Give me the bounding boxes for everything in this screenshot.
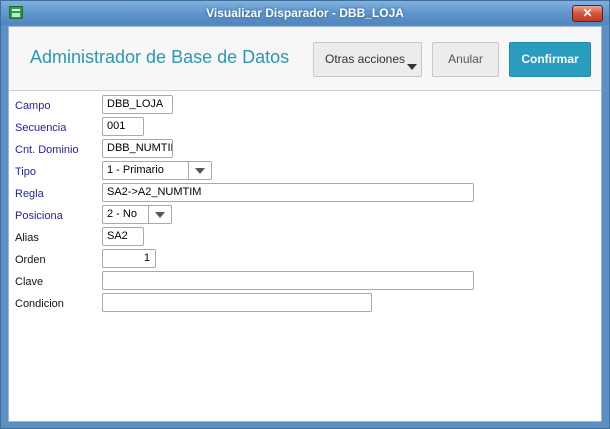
campo-label: Campo [15,100,51,112]
orden-label: Orden [15,254,46,266]
confirmar-button[interactable]: Confirmar [509,42,591,77]
condicion-field[interactable] [102,293,372,312]
anular-button[interactable]: Anular [432,42,499,77]
alias-label: Alias [15,232,39,244]
header-bar: Administrador de Base de Datos Otras acc… [9,27,601,91]
cnt-dominio-field[interactable]: DBB_NUMTIM [102,139,173,158]
secuencia-label: Secuencia [15,122,67,134]
close-button[interactable]: ✕ [572,5,603,22]
regla-field[interactable]: SA2->A2_NUMTIM [102,183,474,202]
title-bar: Visualizar Disparador - DBB_LOJA ✕ [1,1,609,25]
clave-label: Clave [15,276,44,288]
cnt-dominio-label: Cnt. Dominio [15,144,79,156]
close-icon: ✕ [582,6,593,20]
condicion-label: Condicion [15,298,64,310]
clave-field[interactable] [102,271,474,290]
otras-acciones-button[interactable]: Otras acciones [313,42,422,77]
tipo-selected-value: 1 - Primario [107,164,164,176]
posiciona-selected-value: 2 - No [107,208,137,220]
orden-field[interactable]: 1 [102,249,156,268]
campo-field[interactable]: DBB_LOJA [102,95,173,114]
dialog-content: Administrador de Base de Datos Otras acc… [8,26,602,422]
tipo-label: Tipo [15,166,36,178]
posiciona-select[interactable]: 2 - No [102,205,172,224]
alias-field[interactable]: SA2 [102,227,144,246]
page-title: Administrador de Base de Datos [30,47,290,67]
chevron-down-icon[interactable] [188,162,211,179]
secuencia-field[interactable]: 001 [102,117,144,136]
otras-acciones-label: Otras acciones [325,52,406,66]
chevron-down-icon[interactable] [148,206,171,223]
posiciona-label: Posiciona [15,210,63,222]
chevron-down-icon [407,64,417,70]
tipo-select[interactable]: 1 - Primario [102,161,212,180]
window-title: Visualizar Disparador - DBB_LOJA [206,6,404,20]
regla-label: Regla [15,188,44,200]
dialog-window: Visualizar Disparador - DBB_LOJA ✕ Admin… [0,0,610,429]
